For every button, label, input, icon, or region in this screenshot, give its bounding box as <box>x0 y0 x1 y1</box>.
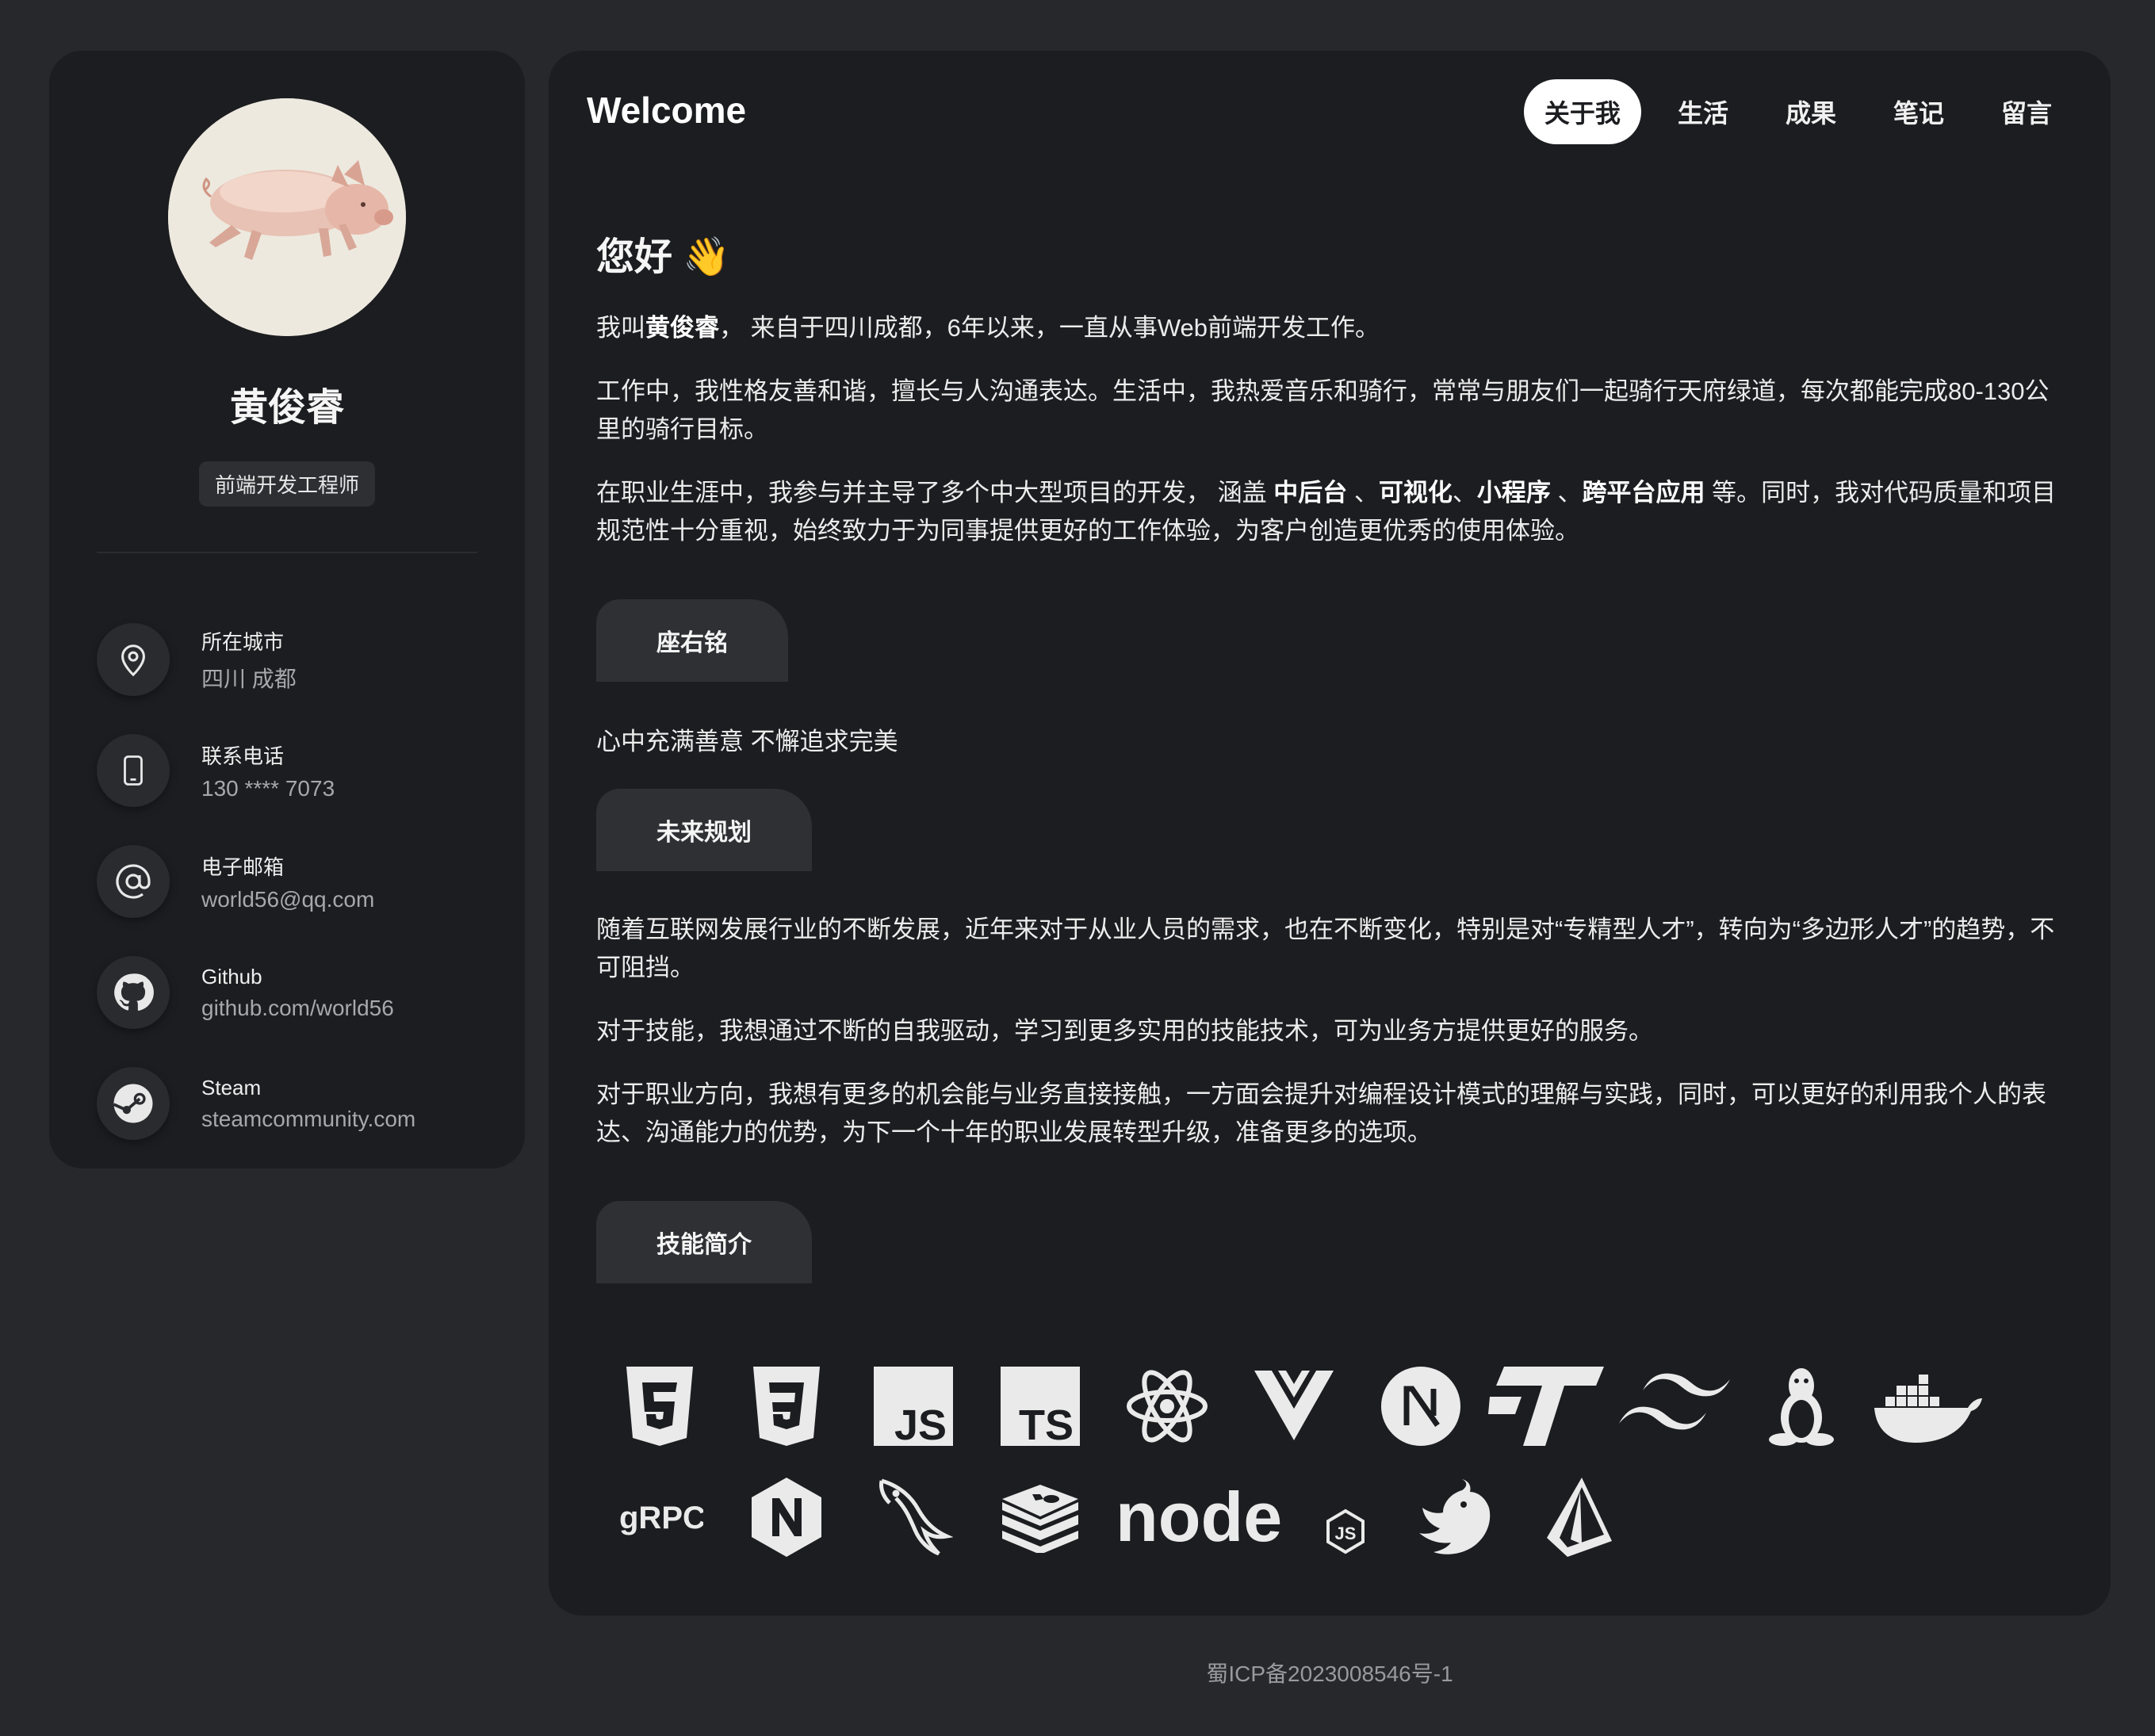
tailwind-icon <box>1611 1359 1738 1454</box>
github-icon <box>97 956 170 1029</box>
svg-text:TS: TS <box>1019 1401 1074 1446</box>
redis-icon <box>977 1470 1104 1565</box>
svg-text:JS: JS <box>1335 1524 1357 1543</box>
plan-section-tab: 未来规划 <box>596 789 812 871</box>
tab-achievements[interactable]: 成果 <box>1765 79 1857 144</box>
vue-icon <box>1231 1359 1357 1454</box>
tab-life[interactable]: 生活 <box>1657 79 1749 144</box>
greeting-heading: 您好 👋 <box>596 236 731 278</box>
nestjs-icon <box>1389 1470 1516 1565</box>
contact-label: 电子邮箱 <box>201 855 285 879</box>
plan-paragraph-2: 对于技能，我想通过不断的自我驱动，学习到更多实用的技能技术，可为业务方提供更好的… <box>596 1017 1653 1045</box>
docker-icon <box>1865 1359 1992 1454</box>
plan-paragraph-3: 对于职业方向，我想有更多的机会能与业务直接接触，一方面会提升对编程设计模式的理解… <box>596 1080 2046 1146</box>
email-link[interactable]: world56@qq.com <box>201 887 374 912</box>
tab-messages[interactable]: 留言 <box>1981 79 2073 144</box>
page-title: Welcome <box>587 90 747 131</box>
intro-paragraph-1: 我叫黄俊睿， 来自于四川成都，6年以来，一直从事Web前端开发工作。 <box>596 309 2063 347</box>
steam-link[interactable]: steamcommunity.com <box>201 1107 415 1132</box>
github-link[interactable]: github.com/world56 <box>201 996 394 1021</box>
svg-text:JS: JS <box>894 1401 947 1446</box>
phone-icon <box>97 734 170 807</box>
nextjs-icon <box>1357 1359 1484 1454</box>
skills-grid: JS TS gRPC node JS <box>596 1351 2063 1573</box>
typescript-icon: TS <box>977 1359 1104 1454</box>
text: ， 来自于四川成都，6年以来，一直从事Web前端开发工作。 <box>719 314 1380 342</box>
javascript-icon: JS <box>850 1359 977 1454</box>
intro-paragraph-3: 在职业生涯中，我参与并主导了多个中大型项目的开发， 涵盖 中后台 、可视化、小程… <box>596 474 2063 550</box>
contact-steam: Steam steamcommunity.com <box>97 1048 501 1159</box>
plan-paragraph-1: 随着互联网发展行业的不断发展，近年来对于从业人员的需求，也在不断变化，特别是对“… <box>596 916 2055 981</box>
contact-phone: 联系电话 130 **** 7073 <box>97 715 501 826</box>
contact-list: 所在城市 四川 成都 联系电话 130 **** 7073 电子邮箱 world… <box>97 604 501 1159</box>
job-title-badge: 前端开发工程师 <box>198 461 376 507</box>
skills-row-1: JS TS <box>596 1351 2063 1462</box>
text: 我叫 <box>596 314 645 342</box>
profile-name: 黄俊睿 <box>229 387 344 429</box>
avatar <box>168 98 406 336</box>
grpc-icon: gRPC <box>596 1470 723 1565</box>
bold-keyword: 中后台 <box>1273 479 1348 507</box>
bold-keyword: 小程序 <box>1476 479 1551 507</box>
css3-icon <box>723 1359 850 1454</box>
contact-label: Github <box>201 964 262 988</box>
text: 、 <box>1347 479 1379 507</box>
nodejs-icon: node JS <box>1104 1470 1389 1565</box>
contact-value: 四川 成都 <box>201 666 297 691</box>
linux-icon <box>1738 1359 1865 1454</box>
react-icon <box>1104 1359 1231 1454</box>
contact-label: Steam <box>201 1075 262 1099</box>
html5-icon <box>596 1359 723 1454</box>
turborepo-icon <box>1484 1359 1611 1454</box>
tab-about[interactable]: 关于我 <box>1523 79 1641 144</box>
prisma-icon <box>1516 1470 1643 1565</box>
intro-paragraph-2: 工作中，我性格友善和谐，擅长与人沟通表达。生活中，我热爱音乐和骑行，常常与朋友们… <box>596 377 2050 443</box>
skills-section-tab: 技能简介 <box>596 1201 812 1283</box>
text: 、 <box>1550 479 1583 507</box>
steam-icon <box>97 1067 170 1140</box>
about-content: 您好 👋 我叫黄俊睿， 来自于四川成都，6年以来，一直从事Web前端开发工作。 … <box>596 225 2063 1323</box>
motto-section-tab: 座右铭 <box>596 599 788 682</box>
main-panel: Welcome 关于我 生活 成果 笔记 留言 您好 👋 我叫黄俊睿， 来自于四… <box>549 51 2111 1616</box>
icp-footer[interactable]: 蜀ICP备2023008546号-1 <box>549 1657 2111 1688</box>
tab-notes[interactable]: 笔记 <box>1873 79 1965 144</box>
contact-email: 电子邮箱 world56@qq.com <box>97 826 501 937</box>
text: 在职业生涯中，我参与并主导了多个中大型项目的开发， 涵盖 <box>596 479 1274 507</box>
bold-keyword: 可视化 <box>1378 479 1453 507</box>
text: 、 <box>1452 479 1477 507</box>
contact-github: Github github.com/world56 <box>97 937 501 1048</box>
contact-city: 所在城市 四川 成都 <box>97 604 501 715</box>
divider <box>97 552 477 553</box>
skills-row-2: gRPC node JS <box>596 1462 2063 1573</box>
svg-text:node: node <box>1116 1478 1282 1556</box>
nav-tabs: 关于我 生活 成果 笔记 留言 <box>1508 79 2073 144</box>
profile-sidebar: 黄俊睿 前端开发工程师 所在城市 四川 成都 联系电话 130 **** 707… <box>49 51 525 1168</box>
at-sign-icon <box>97 845 170 918</box>
bold-keyword: 跨平台应用 <box>1582 479 1705 507</box>
mysql-icon <box>850 1470 977 1565</box>
location-pin-icon <box>97 623 170 696</box>
pig-illustration <box>168 98 406 336</box>
contact-value: 130 **** 7073 <box>201 775 335 801</box>
contact-label: 联系电话 <box>201 744 285 768</box>
svg-text:gRPC: gRPC <box>619 1501 703 1535</box>
contact-label: 所在城市 <box>201 629 285 654</box>
motto-text: 心中充满善意 不懈追求完美 <box>596 728 898 755</box>
nginx-icon <box>723 1470 850 1565</box>
bold-name: 黄俊睿 <box>645 314 719 342</box>
